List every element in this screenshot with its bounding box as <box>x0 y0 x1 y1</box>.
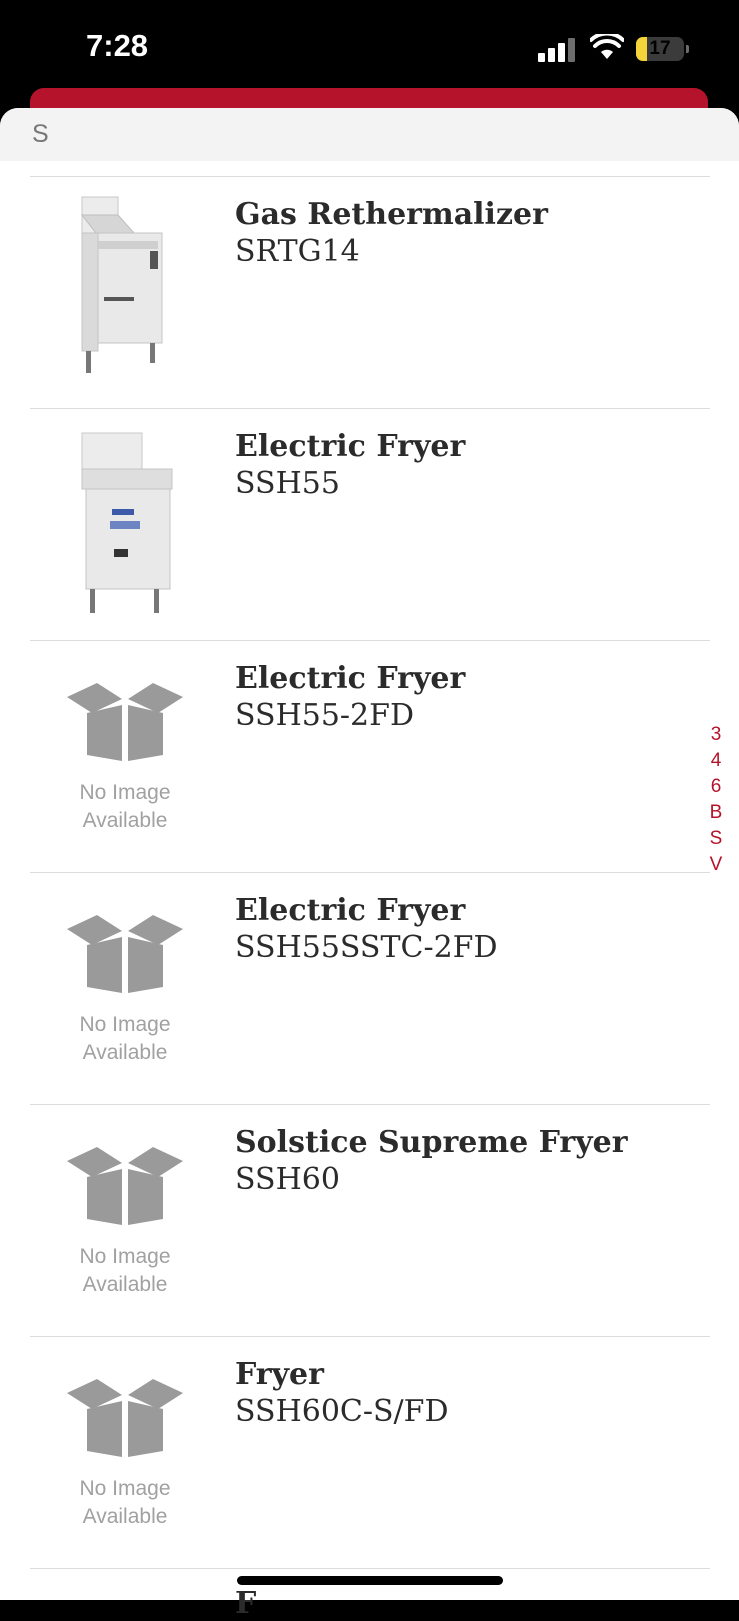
index-entry[interactable]: 6 <box>701 774 731 800</box>
next-item-title: F <box>235 1586 257 1621</box>
product-thumbnail <box>30 409 220 640</box>
section-index: 3 4 6 B S V <box>701 722 731 878</box>
box-icon <box>67 1379 183 1457</box>
list-item-text: Fryer SSH60C-S/FD <box>235 1357 449 1431</box>
list-item-text: Electric Fryer SSH55SSTC-2FD <box>235 893 498 967</box>
index-entry[interactable]: V <box>701 852 731 878</box>
list-item-text: Solstice Supreme Fryer SSH60 <box>235 1125 628 1199</box>
cellular-signal-icon <box>538 38 578 62</box>
wifi-icon <box>590 34 624 59</box>
product-model: SSH55-2FD <box>235 698 415 733</box>
product-title: Solstice Supreme Fryer <box>235 1125 628 1160</box>
list-item[interactable]: No Image Available Fryer SSH60C-S/FD <box>30 1337 710 1569</box>
product-model: SSH55 <box>235 466 340 501</box>
no-image-label: No Image Available <box>79 1013 171 1064</box>
index-entry[interactable]: B <box>701 800 731 826</box>
product-sheet: S Gas Rethermalizer SRTG14 Electric Frye… <box>0 108 739 1600</box>
no-image-placeholder: No Image Available <box>30 873 220 1104</box>
status-time: 7:28 <box>86 28 149 63</box>
product-title: Gas Rethermalizer <box>235 197 548 232</box>
no-image-label: No Image Available <box>79 1245 171 1296</box>
list-item-text: Electric Fryer SSH55-2FD <box>235 661 465 735</box>
list-item[interactable]: Gas Rethermalizer SRTG14 <box>30 177 710 409</box>
product-title: Electric Fryer <box>235 893 466 928</box>
product-list: Gas Rethermalizer SRTG14 Electric Fryer … <box>30 176 710 1569</box>
index-entry[interactable]: 4 <box>701 748 731 774</box>
box-icon <box>67 915 183 993</box>
product-model: SSH60C-S/FD <box>235 1394 449 1429</box>
section-header: S <box>0 108 739 161</box>
battery-icon: 17 <box>636 37 684 61</box>
list-item[interactable]: No Image Available Solstice Supreme Frye… <box>30 1105 710 1337</box>
product-title: Electric Fryer <box>235 429 466 464</box>
list-item[interactable]: No Image Available Electric Fryer SSH55S… <box>30 873 710 1105</box>
status-bar: 7:28 17 <box>0 0 739 100</box>
no-image-placeholder: No Image Available <box>30 1105 220 1336</box>
fryer-image <box>81 432 173 613</box>
rethermalizer-image <box>80 196 163 373</box>
index-entry[interactable]: 3 <box>701 722 731 748</box>
product-thumbnail <box>30 177 220 408</box>
box-icon <box>67 683 183 761</box>
product-title: Fryer <box>235 1357 324 1392</box>
no-image-label: No Image Available <box>79 781 171 832</box>
battery-nub <box>686 45 689 53</box>
no-image-placeholder: No Image Available <box>30 641 220 872</box>
product-model: SRTG14 <box>235 234 360 269</box>
home-indicator[interactable] <box>237 1576 503 1585</box>
no-image-placeholder: No Image Available <box>30 1337 220 1568</box>
list-item-text: Electric Fryer SSH55 <box>235 429 465 503</box>
list-item-text: Gas Rethermalizer SRTG14 <box>235 197 548 271</box>
index-entry[interactable]: S <box>701 826 731 852</box>
no-image-label: No Image Available <box>79 1477 171 1528</box>
box-icon <box>67 1147 183 1225</box>
product-model: SSH55SSTC-2FD <box>235 930 498 965</box>
battery-level: 17 <box>649 38 671 59</box>
list-item[interactable]: Electric Fryer SSH55 <box>30 409 710 641</box>
product-title: Electric Fryer <box>235 661 466 696</box>
product-model: SSH60 <box>235 1162 340 1197</box>
list-item[interactable]: No Image Available Electric Fryer SSH55-… <box>30 641 710 873</box>
